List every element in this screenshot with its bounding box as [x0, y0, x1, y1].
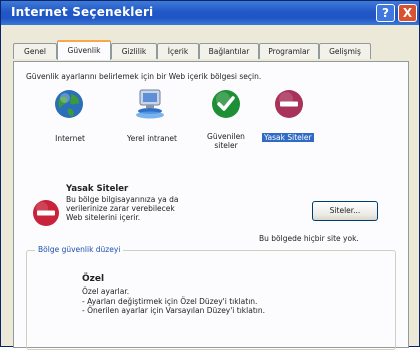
close-button[interactable]: X: [398, 4, 417, 22]
no-sites-text: Bu bölgede hiçbir site yok.: [259, 234, 359, 243]
check-circle-icon: [212, 90, 240, 118]
security-level-line: - Ayarları değiştirmek için Özel Düzey'i…: [82, 296, 258, 306]
zone-local-intranet-label: Yerel intranet: [127, 134, 177, 143]
no-entry-icon: [275, 90, 303, 118]
title-bar[interactable]: Internet Seçenekleri ? X: [1, 1, 419, 25]
internet-options-window: Internet Seçenekleri ? X Genel Güvenlik …: [0, 0, 420, 350]
security-level-name: Özel: [82, 274, 105, 284]
zone-internet-label: Internet: [55, 134, 85, 143]
tab-programs[interactable]: Programlar: [259, 43, 319, 59]
zone-info-description: Bu bölge bilgisayarınıza ya da verilerin…: [66, 195, 179, 222]
tab-privacy[interactable]: Gizlilik: [111, 43, 157, 59]
security-level-description: Özel ayarlar. - Ayarları değiştirmek içi…: [82, 287, 265, 316]
sites-button[interactable]: Siteler...: [312, 201, 378, 221]
tab-connections[interactable]: Bağlantılar: [199, 43, 259, 59]
tab-security[interactable]: Güvenlik: [57, 40, 111, 60]
security-level-line: Özel ayarlar.: [82, 287, 130, 296]
security-tab-panel: Güvenlik ayarlarını belirlemek için bir …: [13, 61, 409, 350]
globe-icon: [55, 90, 83, 118]
network-computer-icon: [136, 89, 164, 119]
tab-content[interactable]: İçerik: [157, 43, 199, 59]
tab-general[interactable]: Genel: [13, 43, 57, 59]
zone-restricted-sites-label: Yasak Siteler: [262, 133, 314, 142]
help-button[interactable]: ?: [376, 4, 395, 22]
zone-trusted-sites-label: Güvenilen siteler: [207, 132, 245, 150]
zone-instruction: Güvenlik ayarlarını belirlemek için bir …: [26, 72, 262, 81]
window-title: Internet Seçenekleri: [11, 5, 154, 19]
zone-info-heading: Yasak Siteler: [66, 184, 129, 194]
tab-advanced[interactable]: Gelişmiş: [319, 43, 371, 59]
security-level-group-title: Bölge güvenlik düzeyi: [35, 245, 124, 254]
security-level-line: - Önerilen ayarlar için Varsayılan Düzey…: [82, 306, 265, 315]
restricted-zone-icon: [33, 200, 59, 226]
security-level-group: Bölge güvenlik düzeyi Özel Özel ayarlar.…: [26, 245, 396, 350]
